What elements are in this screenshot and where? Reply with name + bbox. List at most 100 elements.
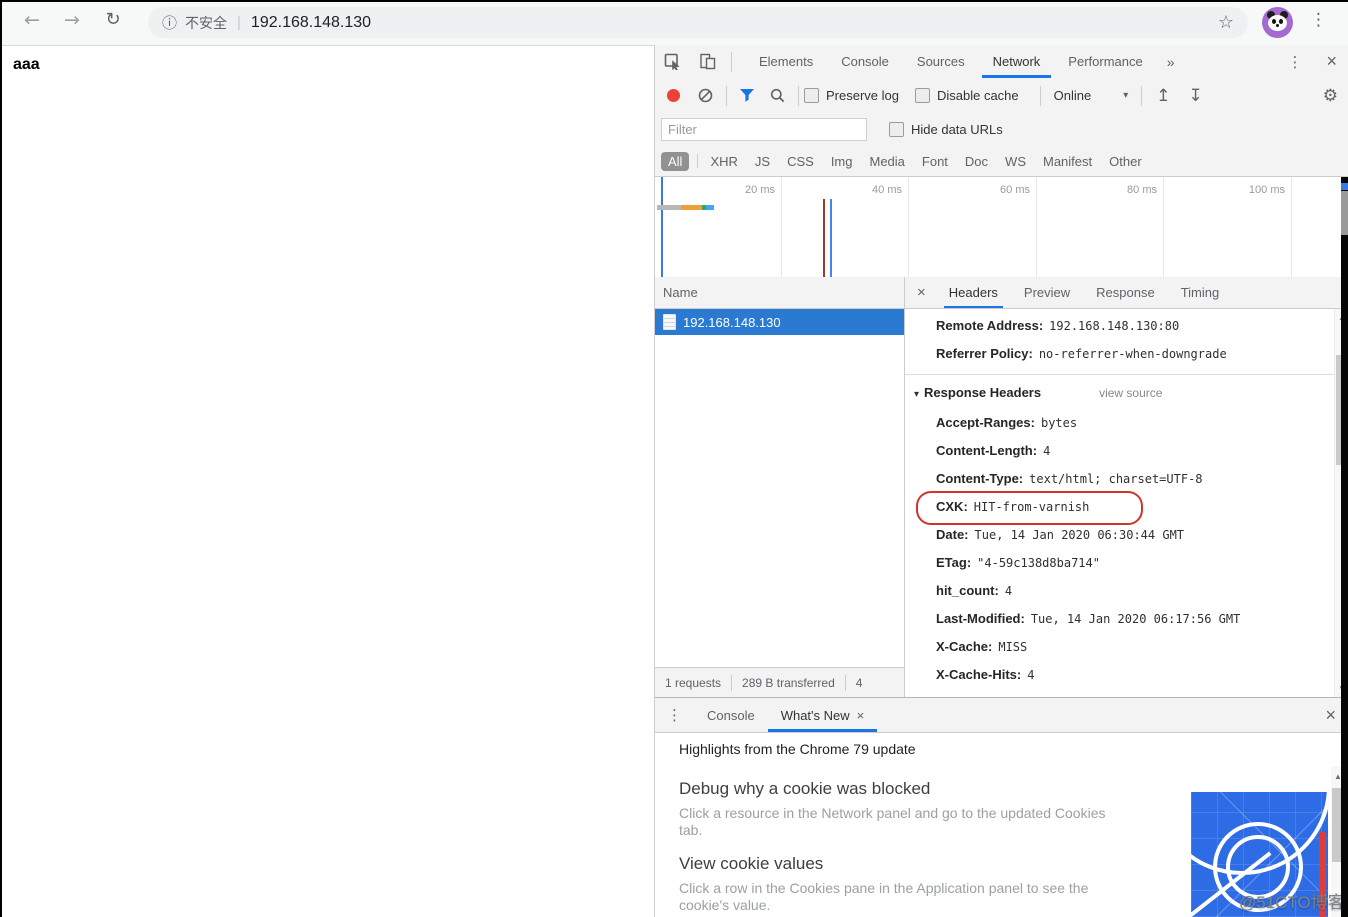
profile-avatar[interactable]: [1262, 7, 1293, 38]
filter-type-all[interactable]: All: [661, 152, 689, 171]
back-icon[interactable]: ←: [18, 9, 46, 31]
detail-tab-response[interactable]: Response: [1083, 277, 1168, 308]
reload-icon[interactable]: ↻: [99, 9, 127, 30]
filter-type-css[interactable]: CSS: [780, 152, 821, 171]
whatsnew-card-title[interactable]: Debug why a cookie was blocked: [679, 779, 1125, 799]
detail-tab-headers[interactable]: Headers: [936, 277, 1011, 308]
header-value: 4: [1027, 668, 1034, 682]
table-row[interactable]: 192.168.148.130: [655, 309, 904, 335]
network-panels: Name 192.168.148.130 1 requests289 B tra…: [655, 277, 1348, 697]
filter-type-manifest[interactable]: Manifest: [1036, 152, 1099, 171]
header-row: Accept-Ranges: bytes: [905, 409, 1335, 437]
filter-type-ws[interactable]: WS: [998, 152, 1033, 171]
bookmark-star-icon[interactable]: ☆: [1218, 12, 1234, 33]
header-key: Accept-Ranges:: [936, 415, 1035, 430]
device-toolbar-icon[interactable]: [699, 53, 717, 70]
import-har-icon[interactable]: ↥: [1156, 86, 1170, 106]
preserve-log-checkbox[interactable]: [804, 88, 819, 103]
filter-funnel-icon[interactable]: [740, 89, 754, 102]
header-value: bytes: [1041, 416, 1077, 430]
status-item: 4: [846, 675, 873, 691]
whats-new-highlights-bar: Highlights from the Chrome 79 update: [655, 733, 1348, 765]
devtools-menu-icon[interactable]: ⋮: [1275, 53, 1314, 71]
header-value: 4: [1043, 444, 1050, 458]
disable-cache-checkbox[interactable]: [915, 88, 930, 103]
inspect-element-icon[interactable]: [664, 53, 681, 70]
whatsnew-card-body: Click a resource in the Network panel an…: [679, 805, 1125, 839]
header-key: hit_count:: [936, 583, 999, 598]
drawer-tab-console[interactable]: Console: [694, 698, 768, 732]
filter-type-js[interactable]: JS: [748, 152, 777, 171]
detail-tab-timing[interactable]: Timing: [1168, 277, 1233, 308]
filter-input[interactable]: [661, 118, 867, 141]
request-name: 192.168.148.130: [683, 315, 781, 330]
filter-type-other[interactable]: Other: [1102, 152, 1149, 171]
header-value: text/html; charset=UTF-8: [1029, 472, 1202, 486]
network-status-bar: 1 requests289 B transferred4: [655, 667, 904, 697]
close-tab-icon[interactable]: ×: [857, 708, 865, 723]
dom-content-loaded-line: [823, 199, 825, 277]
preserve-log-label[interactable]: Preserve log: [826, 88, 899, 103]
status-item: 1 requests: [655, 675, 732, 691]
header-key: Referrer Policy:: [936, 346, 1033, 361]
overview-tick-label: 20 ms: [715, 184, 775, 196]
screenshot-border: [1341, 177, 1348, 917]
screenshot-border: [0, 0, 1348, 2]
drawer-tab-whats-new[interactable]: What's New ×: [768, 698, 878, 732]
filter-type-media[interactable]: Media: [862, 152, 911, 171]
throttling-value: Online: [1054, 88, 1092, 103]
filter-type-xhr[interactable]: XHR: [703, 152, 744, 171]
url-text[interactable]: 192.168.148.130: [251, 14, 371, 32]
triangle-expanded-icon[interactable]: ▾: [914, 389, 919, 400]
header-key: ETag:: [936, 555, 971, 570]
overview-tick-label: 80 ms: [1097, 184, 1157, 196]
header-row: Remote Address:192.168.148.130:80: [905, 312, 1335, 340]
header-row: ETag:"4-59c138d8ba714": [905, 549, 1335, 577]
response-headers-section-header[interactable]: ▾Response Headersview source: [905, 379, 1335, 409]
close-details-icon[interactable]: ×: [905, 284, 936, 301]
hide-data-urls-checkbox[interactable]: [889, 122, 904, 137]
request-details-panel: × HeadersPreviewResponseTiming Remote Ad…: [905, 277, 1348, 697]
general-headers: Remote Address:192.168.148.130:80 Referre…: [905, 312, 1335, 368]
devtools-close-icon[interactable]: ×: [1314, 51, 1348, 72]
disable-cache-label[interactable]: Disable cache: [937, 88, 1019, 103]
edge-notch: [1341, 191, 1348, 235]
more-tabs-icon[interactable]: »: [1157, 54, 1185, 70]
export-har-icon[interactable]: ↧: [1189, 86, 1203, 106]
record-icon[interactable]: [667, 89, 680, 102]
info-icon[interactable]: ⓘ: [162, 12, 177, 33]
header-key: CXK:: [936, 499, 968, 514]
whatsnew-card-title[interactable]: View cookie values: [679, 854, 1125, 874]
devtools-tab-network[interactable]: Network: [979, 45, 1055, 78]
watermark-text: @51CTO博客: [1239, 888, 1345, 913]
panda-eye: [1272, 19, 1276, 24]
view-source-link[interactable]: view source: [1099, 386, 1162, 400]
separator: [1141, 86, 1142, 106]
forward-icon[interactable]: →: [58, 9, 86, 31]
address-bar[interactable]: ⓘ 不安全 | 192.168.148.130 ☆: [148, 7, 1248, 38]
hide-data-urls-label[interactable]: Hide data URLs: [911, 122, 1003, 137]
browser-menu-icon[interactable]: ⋮: [1310, 10, 1327, 30]
waterfall-segment-waiting: [681, 205, 702, 210]
network-overview-strip[interactable]: 20 ms40 ms60 ms80 ms100 ms: [655, 177, 1348, 278]
filter-type-doc[interactable]: Doc: [958, 152, 995, 171]
search-icon[interactable]: [770, 88, 785, 103]
name-column-header[interactable]: Name: [655, 277, 904, 309]
filter-type-img[interactable]: Img: [824, 152, 860, 171]
clear-icon[interactable]: [698, 88, 713, 103]
drawer-menu-icon[interactable]: ⋮: [655, 706, 694, 724]
overview-start-line: [661, 177, 663, 277]
devtools-tab-elements[interactable]: Elements: [745, 45, 827, 78]
devtools-tab-performance[interactable]: Performance: [1054, 45, 1156, 78]
filter-type-font[interactable]: Font: [915, 152, 955, 171]
overview-tick-label: 100 ms: [1225, 184, 1285, 196]
overview-tick-label: 40 ms: [842, 184, 902, 196]
header-row: Content-Length:4: [905, 437, 1335, 465]
detail-tab-preview[interactable]: Preview: [1011, 277, 1083, 308]
screenshot-root: ← → ↻ ⓘ 不安全 | 192.168.148.130 ☆ ⋮ aaa: [0, 0, 1348, 917]
devtools-tab-console[interactable]: Console: [827, 45, 903, 78]
screenshot-border: [0, 0, 2, 917]
network-settings-gear-icon[interactable]: ⚙: [1323, 86, 1338, 106]
devtools-tab-sources[interactable]: Sources: [903, 45, 979, 78]
throttling-dropdown[interactable]: Online ▾: [1054, 88, 1129, 103]
